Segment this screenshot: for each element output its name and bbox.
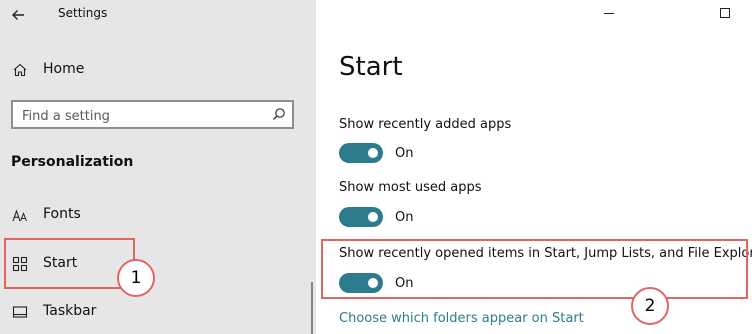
maximize-icon [720, 8, 730, 18]
maximize-button[interactable] [710, 2, 740, 26]
sidebar-scrollbar[interactable] [311, 282, 313, 334]
callout-badge-2: 2 [631, 287, 669, 325]
callout-badge-1: 1 [117, 259, 155, 297]
search-icon[interactable] [272, 107, 286, 121]
search-input[interactable] [22, 107, 262, 125]
sidebar-item-fonts[interactable]: Fonts [0, 195, 316, 235]
search-box[interactable] [11, 100, 294, 129]
fonts-icon [12, 209, 27, 222]
choose-folders-link[interactable]: Choose which folders appear on Start [339, 311, 584, 326]
highlight-box-start [4, 238, 135, 289]
toggle-knob [368, 148, 378, 158]
home-icon [13, 63, 27, 77]
toggle-state-most-used: On [395, 210, 414, 225]
minimize-icon [604, 13, 614, 14]
nav-home[interactable]: Home [0, 50, 316, 90]
toggle-knob [368, 212, 378, 222]
highlight-box-recent-items [321, 239, 748, 299]
setting-label-recently-added: Show recently added apps [339, 117, 512, 132]
toggle-state-recently-added: On [395, 146, 414, 161]
toggle-most-used[interactable] [339, 207, 383, 227]
sidebar-item-fonts-label: Fonts [43, 206, 81, 222]
back-button[interactable] [6, 2, 34, 28]
minimize-button[interactable] [594, 2, 624, 26]
arrow-left-icon [12, 10, 24, 20]
sidebar-item-taskbar[interactable]: Taskbar [0, 292, 316, 332]
section-title-personalization: Personalization [11, 154, 134, 170]
setting-label-most-used: Show most used apps [339, 180, 482, 195]
sidebar-item-taskbar-label: Taskbar [43, 303, 97, 319]
taskbar-icon [12, 306, 28, 318]
page-title: Start [339, 52, 403, 82]
toggle-recently-added[interactable] [339, 143, 383, 163]
nav-home-label: Home [43, 61, 85, 77]
window-title: Settings [58, 6, 108, 20]
